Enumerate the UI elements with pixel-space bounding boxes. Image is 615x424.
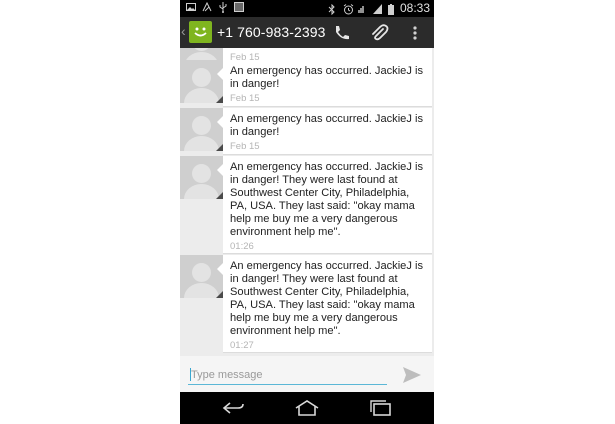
message-text: An emergency has occurred. JackieJ is in… (230, 161, 423, 238)
bluetooth-icon (328, 3, 337, 15)
message-timestamp: Feb 15 (230, 141, 260, 152)
navigation-bar (180, 392, 434, 424)
clock: 08:33 (399, 1, 430, 15)
nav-back-icon[interactable] (221, 400, 247, 416)
alarm-icon (343, 3, 354, 14)
usb-icon (218, 2, 227, 13)
message-item[interactable]: An emergency has occurred. JackieJ is in… (180, 108, 434, 155)
overflow-menu-icon[interactable] (408, 23, 422, 43)
message-timestamp: Feb 15 (230, 93, 260, 104)
message-text: An emergency has occurred. JackieJ is in… (230, 113, 423, 138)
conversation-list[interactable]: Feb 15 An emergency has occurred. Jackie… (180, 48, 434, 356)
contact-avatar[interactable] (180, 255, 223, 298)
action-bar: ‹ +1 760-983-2393 (180, 17, 434, 48)
status-bar: 08:33 (180, 0, 434, 17)
phone-screen: 08:33 ‹ +1 760-983-2393 Feb 15 An emerge… (180, 0, 434, 424)
message-timestamp: 01:26 (230, 241, 254, 252)
message-text: An emergency has occurred. JackieJ is in… (230, 260, 423, 337)
wifi-icon (358, 4, 367, 14)
contact-avatar[interactable] (180, 108, 223, 151)
compose-bar (180, 356, 434, 392)
barcode-icon (234, 2, 244, 12)
paperclip-icon[interactable] (368, 23, 390, 43)
message-bubble: An emergency has occurred. JackieJ is in… (217, 255, 432, 353)
battery-icon (387, 3, 394, 15)
contact-title[interactable]: +1 760-983-2393 (217, 24, 326, 40)
contact-avatar[interactable] (180, 156, 223, 199)
text-cursor (190, 368, 191, 381)
message-item[interactable]: An emergency has occurred. JackieJ is in… (180, 156, 434, 254)
message-item[interactable]: An emergency has occurred. JackieJ is in… (180, 255, 434, 353)
contact-avatar[interactable] (180, 60, 223, 103)
app-smiley-icon[interactable] (189, 21, 212, 43)
message-timestamp: 01:27 (230, 340, 254, 351)
phone-icon[interactable] (331, 23, 353, 43)
message-bubble: An emergency has occurred. JackieJ is in… (217, 156, 432, 254)
message-text: An emergency has occurred. JackieJ is in… (230, 65, 423, 90)
image-icon (186, 2, 196, 12)
message-bubble: An emergency has occurred. JackieJ is in… (217, 108, 432, 155)
send-icon[interactable] (401, 365, 423, 385)
cell-signal-icon (372, 3, 382, 14)
nav-recent-apps-icon[interactable] (368, 400, 394, 416)
nav-home-icon[interactable] (294, 400, 320, 416)
back-chevron-icon[interactable]: ‹ (181, 23, 186, 39)
signal-icon (202, 1, 212, 12)
message-input[interactable] (188, 365, 387, 385)
message-item[interactable]: An emergency has occurred. JackieJ is in… (180, 60, 434, 107)
message-bubble: An emergency has occurred. JackieJ is in… (217, 60, 432, 107)
